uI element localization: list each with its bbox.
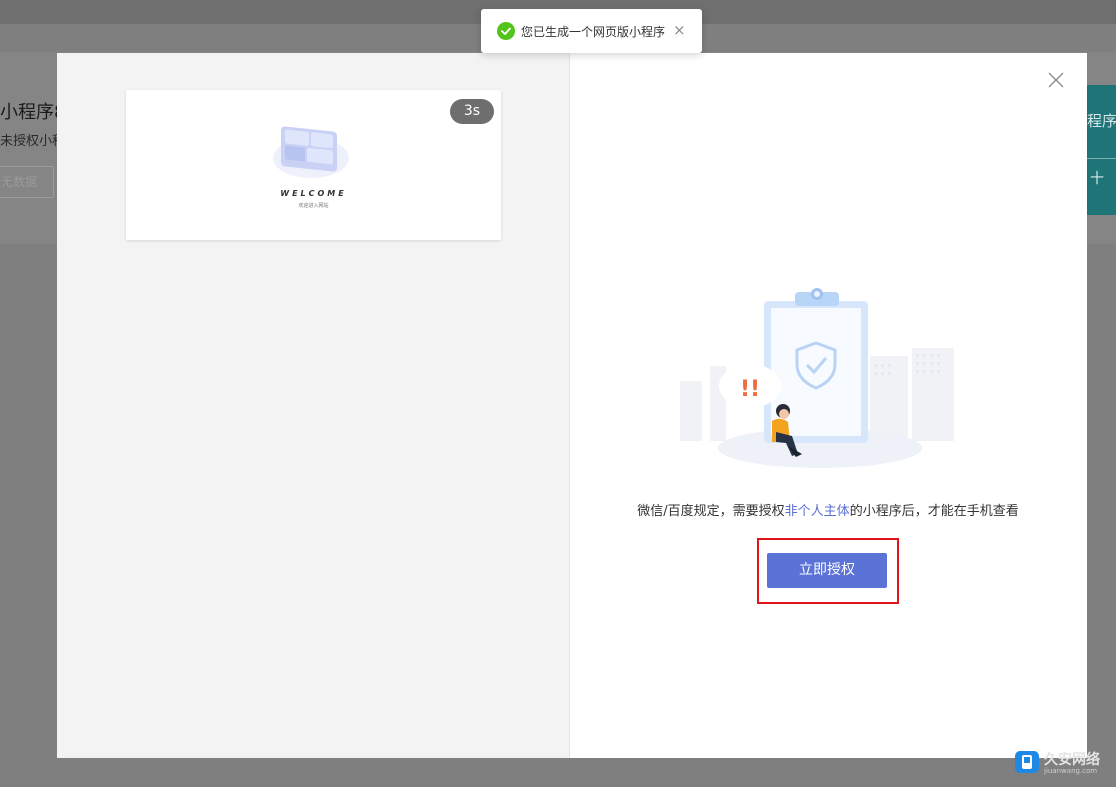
close-icon[interactable] — [1047, 71, 1065, 89]
toast-close-icon[interactable]: × — [673, 21, 686, 39]
background-side-panel-label-2: 十 — [1090, 171, 1104, 187]
background-page-title: 小程序8 — [0, 102, 66, 123]
watermark-url: jiuanwang.com — [1044, 767, 1098, 775]
notice-highlight: 非个人主体 — [784, 504, 850, 519]
countdown-badge: 3s — [450, 99, 494, 124]
watermark-logo-icon — [1015, 751, 1039, 773]
annotation-highlight-box — [757, 538, 899, 604]
background-side-panel-divider — [1087, 158, 1116, 159]
authorization-notice: 微信/百度规定，需要授权非个人主体的小程序后，才能在手机查看 — [569, 500, 1087, 519]
notice-text-end: 的小程序后，才能在手机查看 — [849, 504, 1019, 519]
welcome-subtext: 欢迎进入网站 — [298, 203, 329, 209]
modal-preview-pane: 3s WELCOME 欢迎进入网站 — [57, 53, 570, 758]
notice-text-start: 微信/百度规定，需要授权 — [637, 504, 785, 519]
authorization-illustration-icon: !! — [680, 288, 954, 468]
welcome-heading: WELCOME — [280, 189, 347, 198]
welcome-illustration-icon — [273, 126, 349, 178]
webpage-preview-card[interactable]: 3s WELCOME 欢迎进入网站 — [126, 90, 501, 240]
watermark-title: 久安网络 — [1044, 752, 1100, 768]
svg-text:!!: !! — [740, 377, 760, 402]
toast-message: 您已生成一个网页版小程序 — [521, 25, 666, 39]
preview-modal: 3s WELCOME 欢迎进入网站 !! 微信/百度规定，需要授权非个人主体的小… — [57, 53, 1087, 758]
background-no-data-select: 无数据 — [0, 166, 54, 198]
success-toast: 您已生成一个网页版小程序 × — [481, 9, 702, 53]
background-side-panel-label: 程序 — [1087, 112, 1116, 130]
check-circle-icon — [497, 22, 515, 40]
background-side-panel — [1087, 85, 1116, 215]
